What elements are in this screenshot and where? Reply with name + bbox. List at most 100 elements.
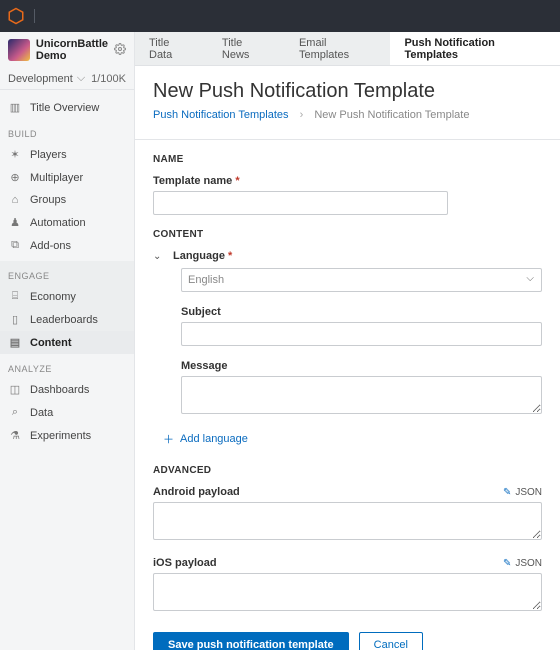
data-icon: ⌕ <box>8 406 22 419</box>
content-tabs: Title Data Title News Email Templates Pu… <box>135 32 560 66</box>
add-language-label: Add language <box>180 433 248 445</box>
section-content-label: CONTENT <box>153 229 542 240</box>
json-edit-ios[interactable]: ✎ JSON <box>503 558 542 569</box>
dashboards-icon: ◫ <box>8 383 22 396</box>
breadcrumb-parent[interactable]: Push Notification Templates <box>153 109 289 121</box>
breadcrumb-current: New Push Notification Template <box>314 109 469 121</box>
top-bar <box>0 0 560 32</box>
cancel-button[interactable]: Cancel <box>359 632 423 650</box>
tab-push-templates[interactable]: Push Notification Templates <box>390 32 560 65</box>
sidebar-item-label: Data <box>30 407 53 419</box>
chevron-down-icon: ⌵ <box>77 72 85 85</box>
field-ios-payload: iOS payload ✎ JSON <box>153 557 542 614</box>
chevron-right-icon: › <box>300 109 304 121</box>
leaderboards-icon: ▯ <box>8 313 22 326</box>
sidebar-item-label: Groups <box>30 194 66 206</box>
language-header: ⌄ Language * <box>153 250 542 262</box>
field-language: English <box>181 268 542 292</box>
sidebar-item-label: Experiments <box>30 430 91 442</box>
tab-title-news[interactable]: Title News <box>208 32 285 65</box>
sidebar-item-experiments[interactable]: ⚗ Experiments <box>0 424 134 447</box>
tab-label: Title News <box>222 37 271 61</box>
subject-label: Subject <box>181 306 542 318</box>
environment-label: Development <box>8 73 73 85</box>
json-badge-label: JSON <box>515 487 542 498</box>
sidebar-item-content[interactable]: ▤Content <box>0 331 134 354</box>
experiments-icon: ⚗ <box>8 429 22 442</box>
template-name-label: Template name * <box>153 175 448 187</box>
tab-label: Email Templates <box>299 37 376 61</box>
groups-icon: ⌂ <box>8 194 22 206</box>
overview-icon: ▥ <box>8 101 22 114</box>
tab-label: Push Notification Templates <box>404 37 546 61</box>
sidebar-item-players[interactable]: ✶ Players <box>0 143 134 166</box>
content-area: Title Data Title News Email Templates Pu… <box>135 32 560 650</box>
sidebar-item-label: Dashboards <box>30 384 89 396</box>
field-message: Message <box>181 360 542 417</box>
page-body: New Push Notification Template Push Noti… <box>135 66 560 650</box>
sidebar-item-label: Multiplayer <box>30 172 83 184</box>
sidebar-item-groups[interactable]: ⌂ Groups <box>0 189 134 211</box>
add-language-button[interactable]: ＋ Add language <box>163 431 542 447</box>
automation-icon: ♟ <box>8 216 22 229</box>
sidebar-item-label: Leaderboards <box>30 314 98 326</box>
plus-icon: ＋ <box>163 431 174 447</box>
section-name-label: NAME <box>153 154 542 165</box>
save-button[interactable]: Save push notification template <box>153 632 349 650</box>
field-android-payload: Android payload ✎ JSON <box>153 486 542 543</box>
brand-logo-icon <box>6 6 26 26</box>
quota-label: 1/100K <box>91 73 126 85</box>
sidebar-item-leaderboards[interactable]: ▯ Leaderboards <box>0 308 134 331</box>
gear-icon[interactable] <box>114 43 126 58</box>
field-subject: Subject <box>181 306 542 346</box>
sidebar-item-label: Economy <box>30 291 76 303</box>
studio-name: UnicornBattle Demo <box>36 38 108 62</box>
sidebar-item-addons[interactable]: ⧉ Add-ons <box>0 234 134 257</box>
button-row: Save push notification template Cancel <box>153 632 542 650</box>
content-icon: ▤ <box>8 336 22 349</box>
addons-icon: ⧉ <box>8 239 22 252</box>
sidebar-item-label: Automation <box>30 217 86 229</box>
sidebar-item-automation[interactable]: ♟ Automation <box>0 211 134 234</box>
ios-payload-textarea[interactable] <box>153 573 542 611</box>
tab-email-templates[interactable]: Email Templates <box>285 32 390 65</box>
sidebar-item-data[interactable]: ⌕ Data <box>0 401 134 424</box>
android-payload-textarea[interactable] <box>153 502 542 540</box>
message-textarea[interactable] <box>181 376 542 414</box>
template-name-input[interactable] <box>153 191 448 215</box>
sidebar: UnicornBattle Demo Development ⌵ 1/100K … <box>0 32 135 650</box>
divider <box>135 139 560 140</box>
tab-label: Title Data <box>149 37 194 61</box>
economy-icon: ⌸ <box>8 290 22 303</box>
environment-selector[interactable]: Development ⌵ 1/100K <box>0 68 134 90</box>
studio-icon <box>8 39 30 61</box>
divider <box>34 9 35 23</box>
language-select[interactable]: English <box>181 268 542 292</box>
pencil-icon: ✎ <box>503 487 511 498</box>
sidebar-item-label: Title Overview <box>30 102 99 114</box>
subject-input[interactable] <box>181 322 542 346</box>
section-advanced-label: ADVANCED <box>153 465 542 476</box>
json-badge-label: JSON <box>515 558 542 569</box>
field-template-name: Template name * <box>153 175 448 215</box>
players-icon: ✶ <box>8 148 22 161</box>
language-label: Language * <box>173 250 232 262</box>
android-payload-label: Android payload <box>153 486 240 498</box>
sidebar-item-overview[interactable]: ▥ Title Overview <box>0 96 134 119</box>
ios-payload-label: iOS payload <box>153 557 217 569</box>
section-engage-label: ENGAGE <box>0 261 134 285</box>
section-build-label: BUILD <box>0 119 134 143</box>
json-edit-android[interactable]: ✎ JSON <box>503 487 542 498</box>
studio-header[interactable]: UnicornBattle Demo <box>0 32 134 68</box>
pencil-icon: ✎ <box>503 558 511 569</box>
multiplayer-icon: ⊕ <box>8 171 22 184</box>
sidebar-item-multiplayer[interactable]: ⊕ Multiplayer <box>0 166 134 189</box>
section-analyze-label: ANALYZE <box>0 354 134 378</box>
tab-title-data[interactable]: Title Data <box>135 32 208 65</box>
sidebar-item-dashboards[interactable]: ◫ Dashboards <box>0 378 134 401</box>
sidebar-item-economy[interactable]: ⌸ Economy <box>0 285 134 308</box>
chevron-down-icon[interactable]: ⌄ <box>153 251 165 262</box>
page-title: New Push Notification Template <box>153 80 542 103</box>
sidebar-item-label: Players <box>30 149 67 161</box>
sidebar-item-label: Add-ons <box>30 240 71 252</box>
